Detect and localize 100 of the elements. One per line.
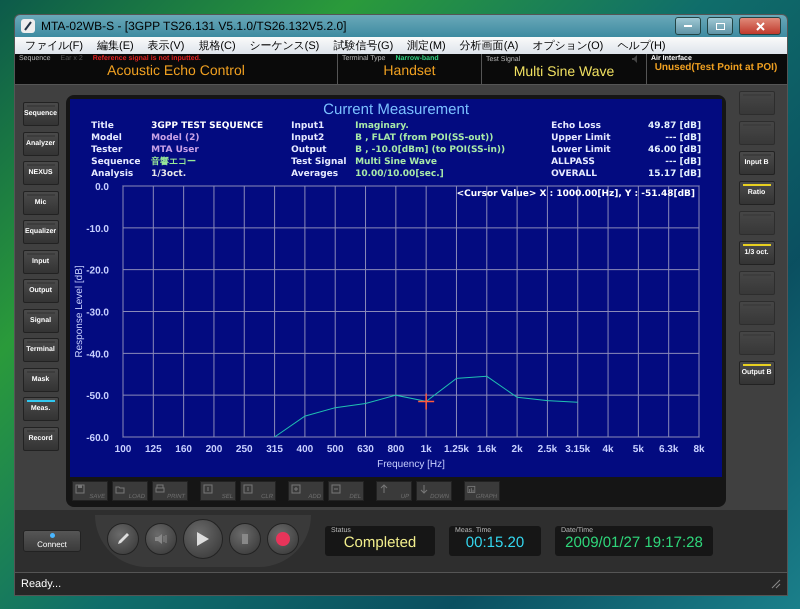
x-tick-label: 400 bbox=[296, 444, 314, 455]
info-label: Echo Loss bbox=[551, 120, 602, 132]
window-title: MTA-02WB-S - [3GPP TS26.131 V5.1.0/TS26.132V5.2.0] bbox=[41, 19, 348, 33]
y-tick-label: -50.0 bbox=[86, 391, 110, 402]
info-value: 10.00/10.00[sec.] bbox=[355, 168, 445, 180]
info-value: B , FLAT (from POI(SS-out)) bbox=[355, 132, 494, 144]
x-tick-label: 500 bbox=[326, 444, 344, 455]
x-tick-label: 160 bbox=[175, 444, 192, 455]
x-tick-label: 2.5k bbox=[538, 444, 558, 455]
menu-item[interactable]: 表示(V) bbox=[148, 38, 184, 53]
x-tick-label: 6.3k bbox=[659, 444, 678, 455]
y-tick-label: -30.0 bbox=[86, 308, 110, 318]
square-icon bbox=[243, 484, 254, 494]
up-arrow-icon bbox=[379, 484, 390, 494]
bar-chart-icon bbox=[467, 484, 476, 494]
info-label: Lower Limit bbox=[551, 144, 612, 156]
menu-item[interactable]: 編集(E) bbox=[97, 38, 134, 53]
info-label: ALLPASS bbox=[551, 156, 596, 168]
x-tick-label: 125 bbox=[145, 444, 162, 455]
status-text: Ready... bbox=[21, 578, 62, 590]
pen-icon bbox=[116, 532, 130, 546]
info-label: Averages bbox=[291, 168, 340, 180]
speaker-icon bbox=[154, 533, 168, 545]
x-tick-label: 3.15k bbox=[565, 444, 590, 455]
play-icon bbox=[196, 531, 210, 547]
minimize-button[interactable] bbox=[675, 17, 701, 35]
maximize-icon bbox=[716, 22, 724, 30]
printer-icon bbox=[155, 484, 166, 494]
maximize-button[interactable] bbox=[707, 17, 733, 35]
play-button[interactable] bbox=[183, 519, 223, 559]
readout-value: Completed bbox=[342, 534, 418, 551]
x-tick-label: 630 bbox=[357, 444, 374, 455]
air-interface-value: Unused(Test Point at POI) bbox=[654, 62, 778, 73]
cursor-value: <Cursor Value> X : 1000.00[Hz], Y : -51.48[dB] bbox=[456, 189, 696, 199]
close-button[interactable] bbox=[739, 17, 781, 35]
down-arrow-icon bbox=[419, 484, 430, 494]
close-icon bbox=[756, 22, 764, 30]
info-label: Output bbox=[291, 144, 328, 156]
menu-item[interactable]: ヘルプ(H) bbox=[617, 38, 666, 53]
x-tick-label: 200 bbox=[206, 444, 222, 455]
y-axis-title: Response Level [dB] bbox=[74, 265, 86, 358]
menu-item[interactable]: 分析画面(A) bbox=[460, 38, 518, 53]
info-label: Test Signal bbox=[291, 156, 348, 168]
x-tick-label: 8k bbox=[694, 444, 705, 455]
info-value: Multi Sine Wave bbox=[355, 156, 438, 168]
info-value: 15.17 [dB] bbox=[646, 168, 702, 180]
menu-item[interactable]: 試験信号(G) bbox=[333, 38, 394, 53]
x-tick-label: 100 bbox=[114, 444, 132, 455]
menu-item[interactable]: シーケンス(S) bbox=[250, 38, 320, 53]
record-icon bbox=[276, 532, 290, 546]
info-value: Model (2) bbox=[151, 132, 200, 144]
readout-value: 00:15.20 bbox=[464, 534, 526, 551]
info-value: --- [dB] bbox=[664, 156, 702, 168]
resize-grip-icon[interactable] bbox=[771, 579, 781, 589]
info-value: MTA User bbox=[151, 144, 200, 156]
info-value: B , -10.0[dBm] (to POI(SS-in)) bbox=[355, 144, 506, 156]
info-label: Input2 bbox=[291, 132, 326, 144]
info-value: --- [dB] bbox=[664, 132, 702, 144]
x-tick-label: 5k bbox=[632, 444, 644, 455]
x-tick-label: 1.25k bbox=[444, 444, 470, 455]
menu-item[interactable]: 規格(C) bbox=[198, 38, 236, 53]
record-button[interactable] bbox=[267, 523, 299, 555]
plus-icon bbox=[291, 484, 302, 494]
menu-item[interactable]: ファイル(F) bbox=[25, 38, 84, 53]
readout-value: 2009/01/27 19:17:28 bbox=[564, 534, 704, 551]
test-signal-value: Multi Sine Wave bbox=[512, 63, 616, 79]
info-label: Title bbox=[91, 120, 115, 132]
y-tick-label: -20.0 bbox=[86, 266, 110, 277]
menu-item[interactable]: 測定(M) bbox=[407, 38, 446, 53]
info-label: Model bbox=[91, 132, 123, 144]
minimize-icon bbox=[684, 25, 692, 27]
terminal-value: Handset bbox=[382, 62, 437, 78]
x-tick-label: 250 bbox=[236, 444, 253, 455]
info-value: 3GPP TEST SEQUENCE bbox=[151, 120, 264, 132]
connect-button[interactable]: Connect bbox=[23, 530, 81, 552]
info-label: Analysis bbox=[91, 168, 134, 180]
info-label: Input1 bbox=[291, 120, 326, 132]
y-tick-label: -10.0 bbox=[86, 224, 110, 235]
square-icon bbox=[203, 484, 214, 494]
x-tick-label: 1.6k bbox=[477, 444, 497, 455]
info-label: Sequence bbox=[91, 156, 142, 168]
menu-item[interactable]: オプション(O) bbox=[532, 38, 604, 53]
info-value: 49.87 [dB] bbox=[646, 120, 702, 132]
info-value: Imaginary. bbox=[355, 120, 410, 132]
y-tick-label: -40.0 bbox=[86, 349, 110, 360]
y-tick-label: 0.0 bbox=[95, 182, 110, 193]
y-tick-label: -60.0 bbox=[86, 433, 110, 444]
info-label: Tester bbox=[91, 144, 124, 156]
x-tick-label: 800 bbox=[388, 444, 404, 455]
x-tick-label: 2k bbox=[512, 444, 523, 455]
info-label: OVERALL bbox=[551, 168, 598, 180]
x-tick-label: 1k bbox=[420, 444, 432, 455]
x-tick-label: 315 bbox=[266, 444, 284, 455]
x-axis-title: Frequency [Hz] bbox=[377, 459, 445, 470]
x-tick-label: 4k bbox=[602, 444, 614, 455]
cursor-marker bbox=[418, 392, 435, 410]
info-value: 音響エコー bbox=[151, 156, 198, 168]
info-value: 1/3oct. bbox=[151, 168, 188, 180]
mic-button[interactable] bbox=[107, 523, 139, 555]
measurement-title: Current Measurement bbox=[323, 101, 470, 118]
